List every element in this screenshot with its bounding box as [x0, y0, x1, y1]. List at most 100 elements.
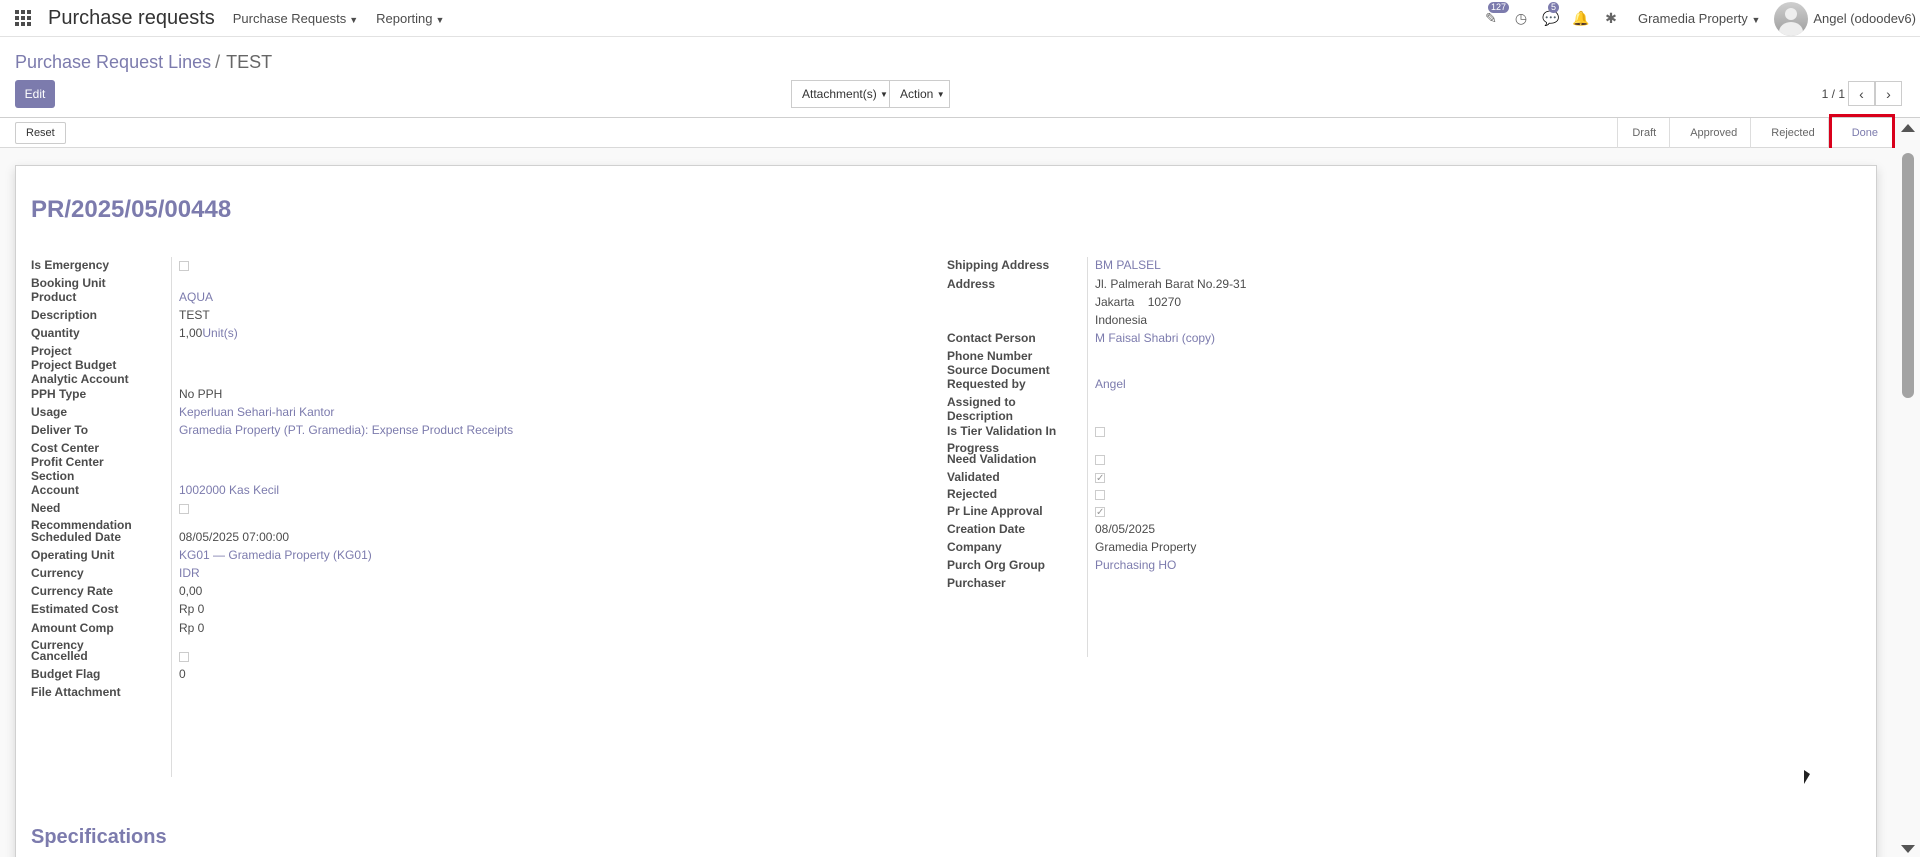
stage-draft[interactable]: Draft — [1618, 118, 1671, 148]
need-recommendation-label-line1: Need — [31, 501, 61, 515]
status-bar: Reset Draft Approved Rejected Done — [0, 114, 1895, 152]
requested-by-link[interactable]: Angel — [1095, 376, 1126, 393]
user-menu[interactable]: Angel (odoodev6) — [1813, 11, 1916, 26]
usage-label: Usage — [31, 405, 68, 419]
currency-rate-label: Currency Rate — [31, 584, 114, 598]
is-emergency-checkbox — [179, 257, 189, 276]
is-emergency-label: Is Emergency — [31, 258, 110, 272]
breadcrumb-separator: / — [215, 52, 221, 72]
requested-by-label: Requested by — [947, 377, 1026, 391]
stage-approved[interactable]: Approved — [1670, 118, 1752, 148]
currency-label: Currency — [31, 566, 84, 580]
amount-comp-label-line1: Amount Comp — [31, 621, 114, 635]
pr-line-approval-checkbox — [1095, 503, 1105, 522]
currency-rate-value: 0,00 — [179, 584, 203, 598]
scroll-thumb[interactable] — [1902, 153, 1914, 398]
rejected-label: Rejected — [947, 487, 998, 501]
caret-down-icon: ▼ — [1751, 15, 1761, 25]
pager-previous-icon[interactable]: ‹ — [1848, 81, 1875, 106]
validated-label: Validated — [947, 470, 1000, 484]
need-recommendation-checkbox — [179, 500, 189, 519]
stage-rejected[interactable]: Rejected — [1751, 118, 1829, 148]
quantity-value: 1,00Unit(s) — [179, 325, 238, 342]
menu-reporting[interactable]: Reporting ▼ — [376, 11, 444, 26]
activity-edit-icon[interactable]: ✎ 127 — [1476, 0, 1510, 37]
quantity-label: Quantity — [31, 326, 80, 340]
file-attachment-label: File Attachment — [31, 685, 121, 699]
pr-line-approval-label: Pr Line Approval — [947, 504, 1043, 518]
description-value: TEST — [179, 308, 210, 322]
cancelled-checkbox — [179, 648, 189, 667]
pager-next-icon[interactable]: › — [1875, 81, 1902, 106]
divider — [171, 257, 172, 777]
messages-badge: 5 — [1547, 2, 1559, 13]
breadcrumb-current: TEST — [226, 52, 273, 72]
menu-purchase-requests-label: Purchase Requests — [232, 10, 347, 26]
menu-purchase-requests[interactable]: Purchase Requests ▼ — [233, 11, 358, 26]
stage-pipeline: Draft Approved Rejected Done — [1617, 114, 1895, 152]
deliver-to-label: Deliver To — [31, 423, 89, 437]
tier-validation-checkbox — [1095, 423, 1105, 442]
user-avatar[interactable] — [1774, 1, 1809, 36]
product-link[interactable]: AQUA — [179, 289, 213, 306]
vertical-scrollbar[interactable] — [1895, 118, 1920, 857]
messages-icon[interactable]: 💬 5 — [1536, 0, 1566, 37]
form-view: PR/2025/05/00448 Is Emergency Booking Un… — [0, 148, 1895, 857]
scroll-down-icon[interactable] — [1901, 845, 1915, 853]
edit-button[interactable]: Edit — [15, 80, 55, 108]
shipping-address-link[interactable]: BM PALSEL — [1095, 257, 1161, 274]
address-label: Address — [947, 277, 996, 291]
purch-org-group-label: Purch Org Group — [947, 558, 1046, 572]
description-label: Description — [31, 308, 98, 322]
caret-down-icon: ▼ — [435, 14, 445, 25]
bell-icon[interactable]: 🔔 — [1566, 0, 1596, 37]
contact-person-link[interactable]: M Faisal Shabri (copy) — [1095, 330, 1215, 347]
caret-down-icon: ▼ — [880, 89, 888, 99]
tier-validation-label-line1: Is Tier Validation In — [947, 424, 1057, 438]
stage-done[interactable]: Done — [1828, 114, 1895, 152]
company-switcher[interactable]: Gramedia Property ▼ — [1638, 11, 1760, 26]
purch-org-group-link[interactable]: Purchasing HO — [1095, 557, 1176, 574]
product-label: Product — [31, 290, 77, 304]
cancelled-label: Cancelled — [31, 649, 88, 663]
company-label: Company — [947, 540, 1002, 554]
menu-reporting-label: Reporting — [376, 10, 433, 26]
breadcrumb: Purchase Request Lines / TEST — [15, 52, 272, 73]
operating-unit-link[interactable]: KG01 — Gramedia Property (KG01) — [179, 547, 372, 564]
uom-link[interactable]: Unit(s) — [202, 326, 237, 340]
pph-type-value: No PPH — [179, 387, 223, 401]
scheduled-date-label: Scheduled Date — [31, 530, 122, 544]
pph-type-label: PPH Type — [31, 387, 87, 401]
attachments-dropdown[interactable]: Attachment(s) ▼ — [791, 80, 890, 108]
bug-icon[interactable]: ✱ — [1596, 0, 1626, 37]
right-field-group: Shipping Address BM PALSEL Address Jl. Pal… — [947, 257, 1847, 657]
caret-down-icon: ▼ — [349, 14, 359, 25]
control-panel: Purchase Request Lines / TEST Edit Attachm… — [0, 37, 1920, 118]
creation-date-value: 08/05/2025 — [1095, 522, 1156, 536]
currency-link[interactable]: IDR — [179, 565, 200, 582]
account-link[interactable]: 1002000 Kas Kecil — [179, 482, 279, 499]
caret-down-icon: ▼ — [936, 89, 945, 99]
app-brand[interactable]: Purchase requests — [48, 7, 215, 30]
pager-value[interactable]: 1 / 1 — [1822, 87, 1845, 101]
need-validation-checkbox — [1095, 451, 1105, 470]
apps-menu-icon[interactable] — [15, 10, 31, 26]
need-validation-label: Need Validation — [947, 452, 1037, 466]
amount-comp-currency-value: Rp 0 — [179, 621, 205, 635]
account-label: Account — [31, 483, 79, 497]
reset-button[interactable]: Reset — [15, 122, 66, 144]
action-dropdown[interactable]: Action ▼ — [889, 80, 950, 108]
divider — [1087, 257, 1088, 657]
clock-icon[interactable]: ◷ — [1506, 0, 1536, 37]
scroll-up-icon[interactable] — [1901, 124, 1915, 132]
action-label: Action — [900, 87, 934, 101]
contact-person-label: Contact Person — [947, 331, 1036, 345]
budget-flag-value: 0 — [179, 667, 186, 681]
quantity-number: 1,00 — [179, 326, 203, 340]
usage-link[interactable]: Keperluan Sehari-hari Kantor — [179, 404, 334, 421]
deliver-to-link[interactable]: Gramedia Property (PT. Gramedia): Expens… — [179, 422, 513, 439]
left-field-group: Is Emergency Booking Unit Product AQUA De… — [31, 257, 911, 777]
attachments-label: Attachment(s) — [802, 87, 877, 101]
breadcrumb-parent[interactable]: Purchase Request Lines — [15, 52, 211, 72]
company-value: Gramedia Property — [1095, 540, 1197, 554]
